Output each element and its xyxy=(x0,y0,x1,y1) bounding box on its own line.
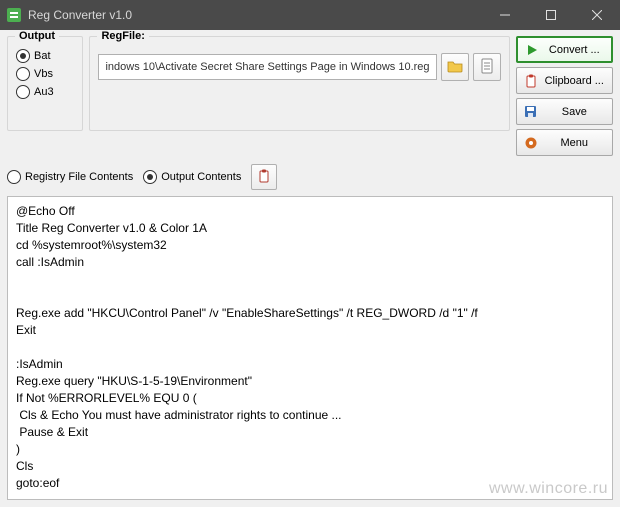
document-icon xyxy=(480,58,494,77)
button-label: Clipboard ... xyxy=(543,75,606,87)
menu-button[interactable]: Menu xyxy=(516,129,613,156)
app-icon xyxy=(6,7,22,23)
copy-output-button[interactable] xyxy=(251,164,277,190)
radio-icon xyxy=(143,170,157,184)
button-label: Menu xyxy=(543,137,606,149)
output-group: Output Bat Vbs Au3 xyxy=(7,36,83,131)
radio-label: Au3 xyxy=(34,86,54,98)
mode-output-contents[interactable]: Output Contents xyxy=(143,170,241,184)
output-radio-au3[interactable]: Au3 xyxy=(16,83,74,101)
button-label: Convert ... xyxy=(544,44,605,56)
close-button[interactable] xyxy=(574,0,620,30)
output-radio-vbs[interactable]: Vbs xyxy=(16,65,74,83)
minimize-button[interactable] xyxy=(482,0,528,30)
side-button-column: Convert ... Clipboard ... Save Menu xyxy=(516,36,613,156)
convert-button[interactable]: Convert ... xyxy=(516,36,613,63)
browse-button[interactable] xyxy=(441,53,469,81)
view-mode-row: Registry File Contents Output Contents xyxy=(7,164,613,190)
radio-label: Bat xyxy=(34,50,51,62)
regfile-group-label: RegFile: xyxy=(97,30,148,42)
button-label: Save xyxy=(543,106,606,118)
regfile-group: RegFile: indows 10\Activate Secret Share… xyxy=(89,36,509,131)
output-radio-bat[interactable]: Bat xyxy=(16,47,74,65)
clipboard-icon xyxy=(258,169,270,186)
radio-icon xyxy=(7,170,21,184)
output-group-label: Output xyxy=(15,30,59,42)
clipboard-button[interactable]: Clipboard ... xyxy=(516,67,613,94)
gear-icon xyxy=(523,136,539,150)
clear-button[interactable] xyxy=(473,53,501,81)
play-icon xyxy=(524,44,540,56)
regfile-path-input[interactable]: indows 10\Activate Secret Share Settings… xyxy=(98,54,436,80)
titlebar: Reg Converter v1.0 xyxy=(0,0,620,30)
maximize-button[interactable] xyxy=(528,0,574,30)
window-title: Reg Converter v1.0 xyxy=(28,8,132,22)
radio-label: Vbs xyxy=(34,68,53,80)
folder-icon xyxy=(447,59,463,76)
save-button[interactable]: Save xyxy=(516,98,613,125)
mode-registry-contents[interactable]: Registry File Contents xyxy=(7,170,133,184)
output-contents-pane[interactable]: @Echo Off Title Reg Converter v1.0 & Col… xyxy=(7,196,613,500)
clipboard-icon xyxy=(523,74,539,88)
radio-icon xyxy=(16,49,30,63)
mode-label: Output Contents xyxy=(161,171,241,183)
save-icon xyxy=(523,105,539,118)
radio-icon xyxy=(16,67,30,81)
mode-label: Registry File Contents xyxy=(25,171,133,183)
radio-icon xyxy=(16,85,30,99)
